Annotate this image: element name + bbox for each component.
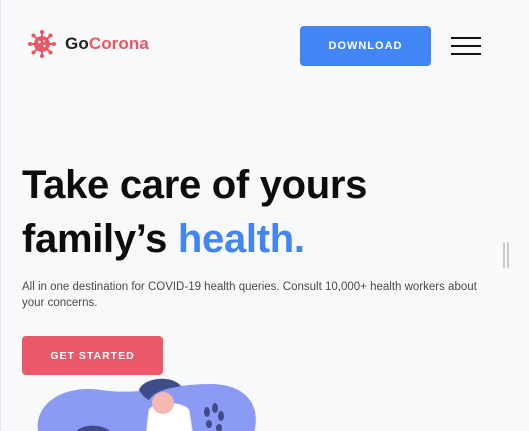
browser-viewport: GoCorona DOWNLOAD Take care of yours fam…: [0, 0, 497, 431]
site-header: GoCorona DOWNLOAD: [1, 0, 496, 90]
download-button[interactable]: DOWNLOAD: [300, 26, 431, 66]
brand-name-part2: Corona: [88, 34, 149, 53]
side-panel: [496, 0, 529, 431]
get-started-button[interactable]: GET STARTED: [22, 336, 163, 375]
brand-name: GoCorona: [65, 34, 149, 54]
hero-title: Take care of yours family’s health.: [22, 158, 492, 266]
resize-handle[interactable]: [502, 242, 510, 268]
grip-line: [503, 242, 505, 268]
menu-bar: [451, 53, 481, 55]
brand-logo[interactable]: GoCorona: [27, 29, 149, 59]
menu-bar: [451, 37, 481, 39]
hero-title-accent: health.: [177, 217, 305, 261]
illustration-doctor-head: [152, 392, 174, 414]
grip-line: [507, 242, 509, 268]
brand-name-part1: Go: [65, 34, 89, 53]
hamburger-menu-icon[interactable]: [451, 35, 481, 57]
hero-title-line1: Take care of yours: [22, 163, 368, 207]
virus-icon: [28, 30, 56, 58]
hero-title-line2: family’s: [22, 217, 178, 261]
menu-bar: [451, 45, 481, 47]
hero-description: All in one destination for COVID-19 heal…: [22, 281, 477, 309]
doctor-illustration: [37, 378, 256, 431]
